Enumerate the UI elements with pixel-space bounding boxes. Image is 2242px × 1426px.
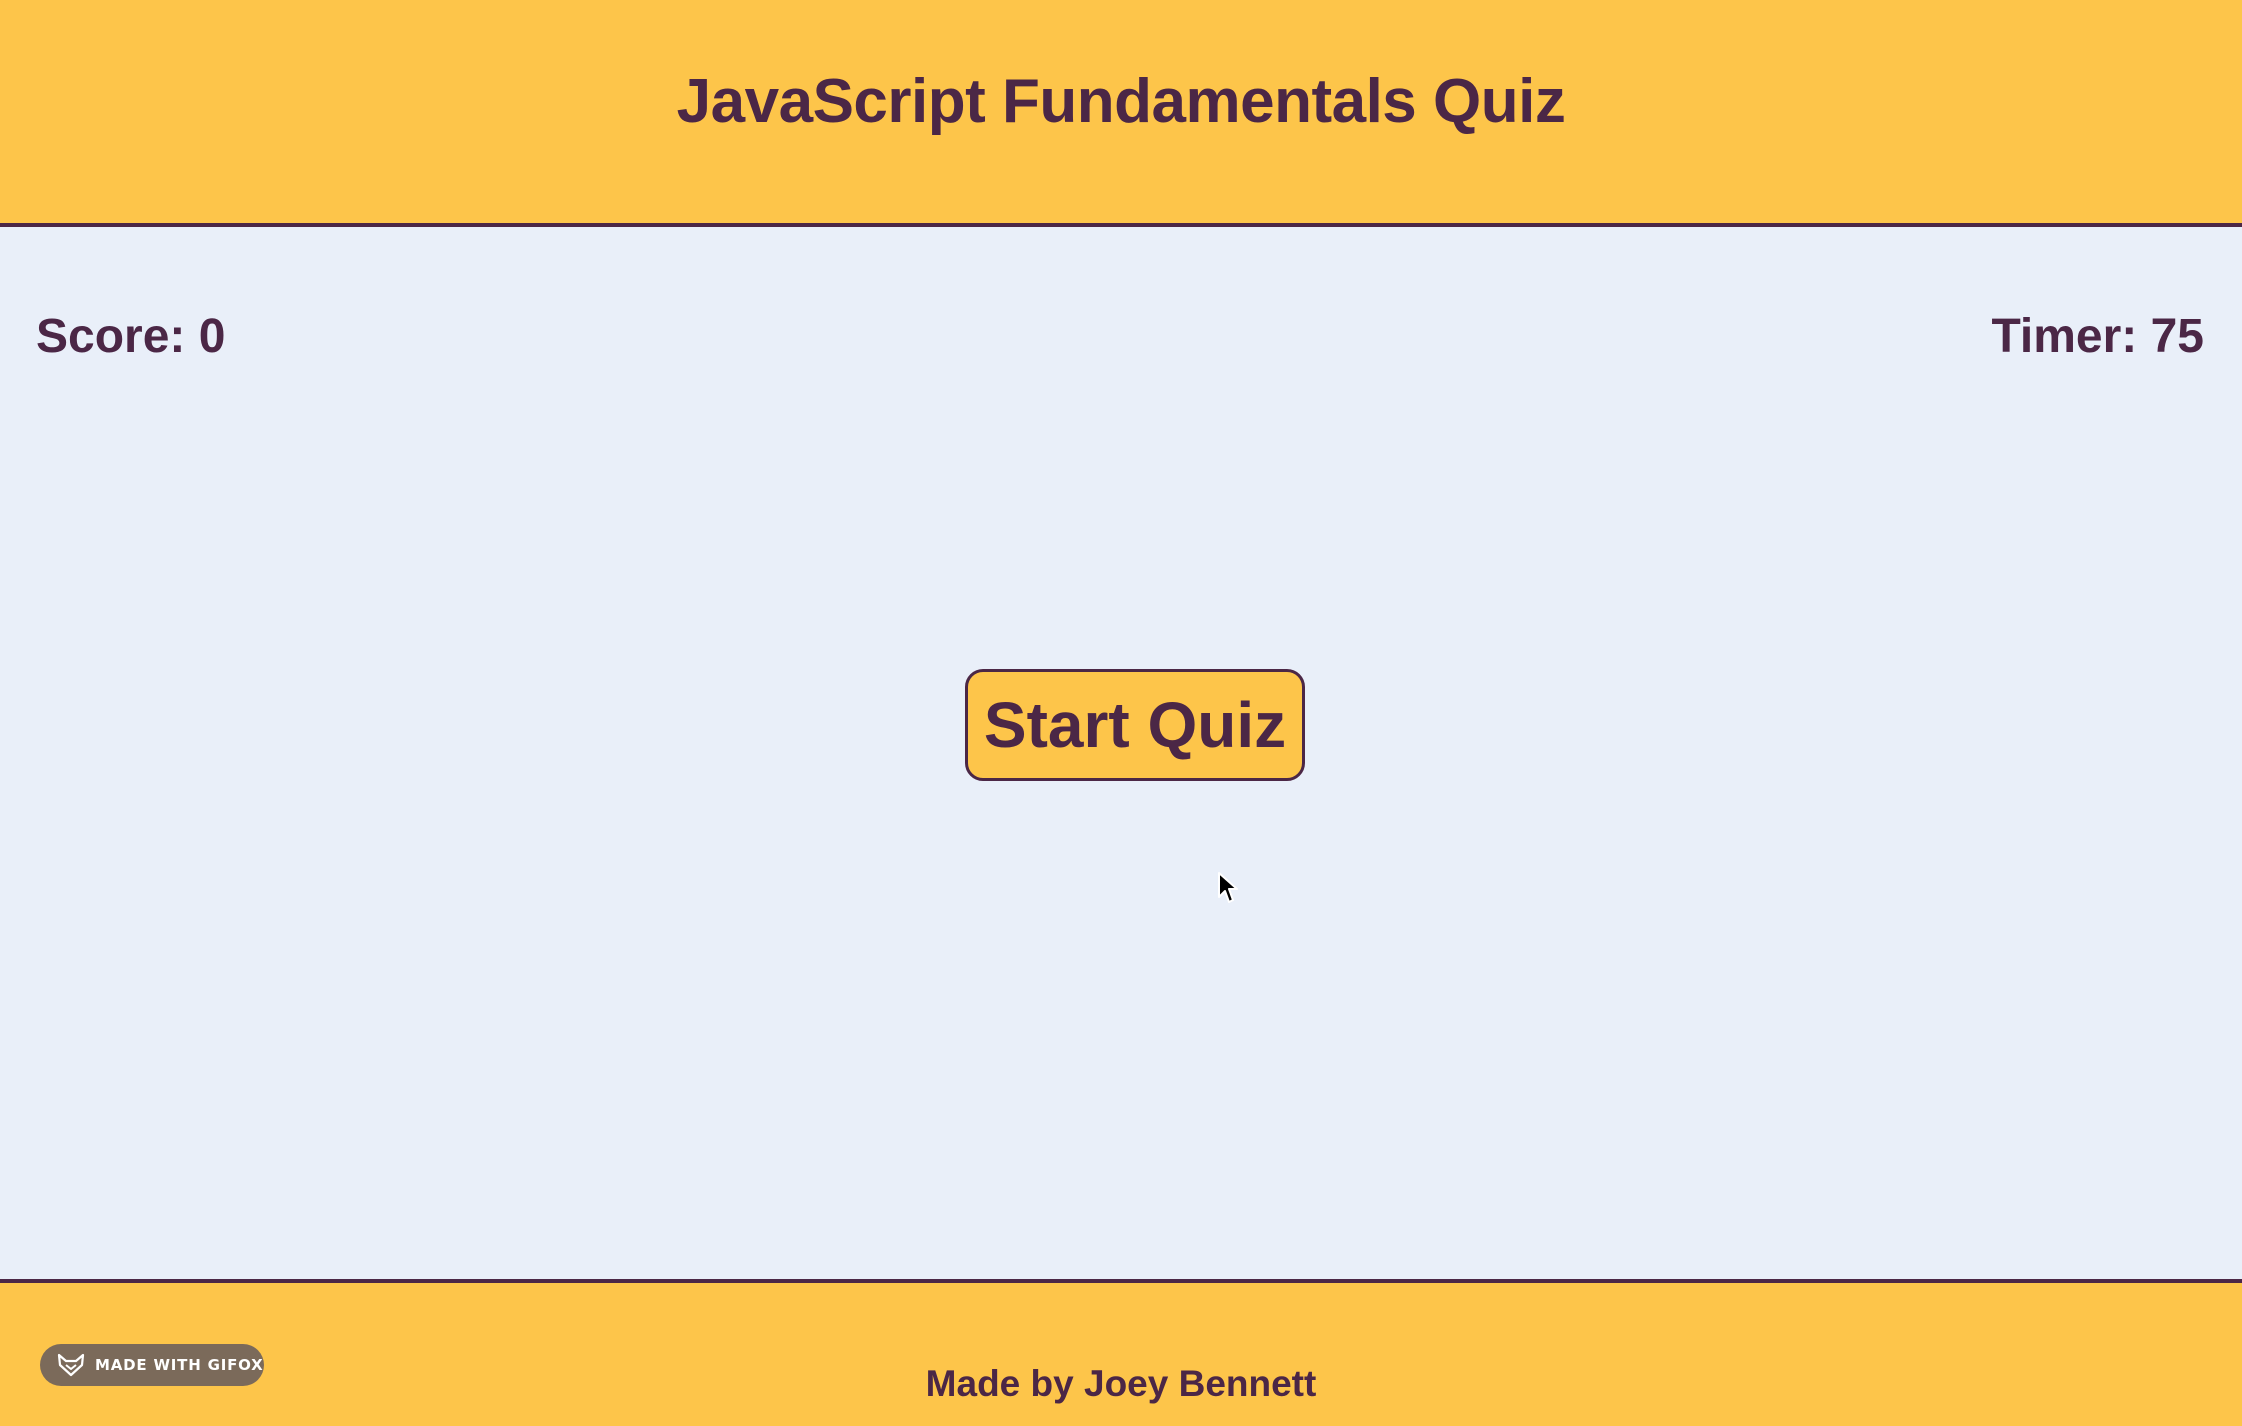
quiz-area: Score: 0 Timer: 75 Start Quiz — [0, 227, 2242, 1279]
score-display: Score: 0 — [36, 310, 226, 363]
start-quiz-button[interactable]: Start Quiz — [965, 669, 1305, 781]
timer-display: Timer: 75 — [1991, 310, 2204, 363]
footer-credit: Made by Joey Bennett — [925, 1363, 1317, 1404]
page-header: JavaScript Fundamentals Quiz — [0, 0, 2242, 227]
page-footer: MADE WITH GIFOX Made by Joey Bennett — [0, 1283, 2242, 1426]
mouse-pointer-icon — [1218, 872, 1238, 903]
page-title: JavaScript Fundamentals Quiz — [676, 67, 1566, 136]
